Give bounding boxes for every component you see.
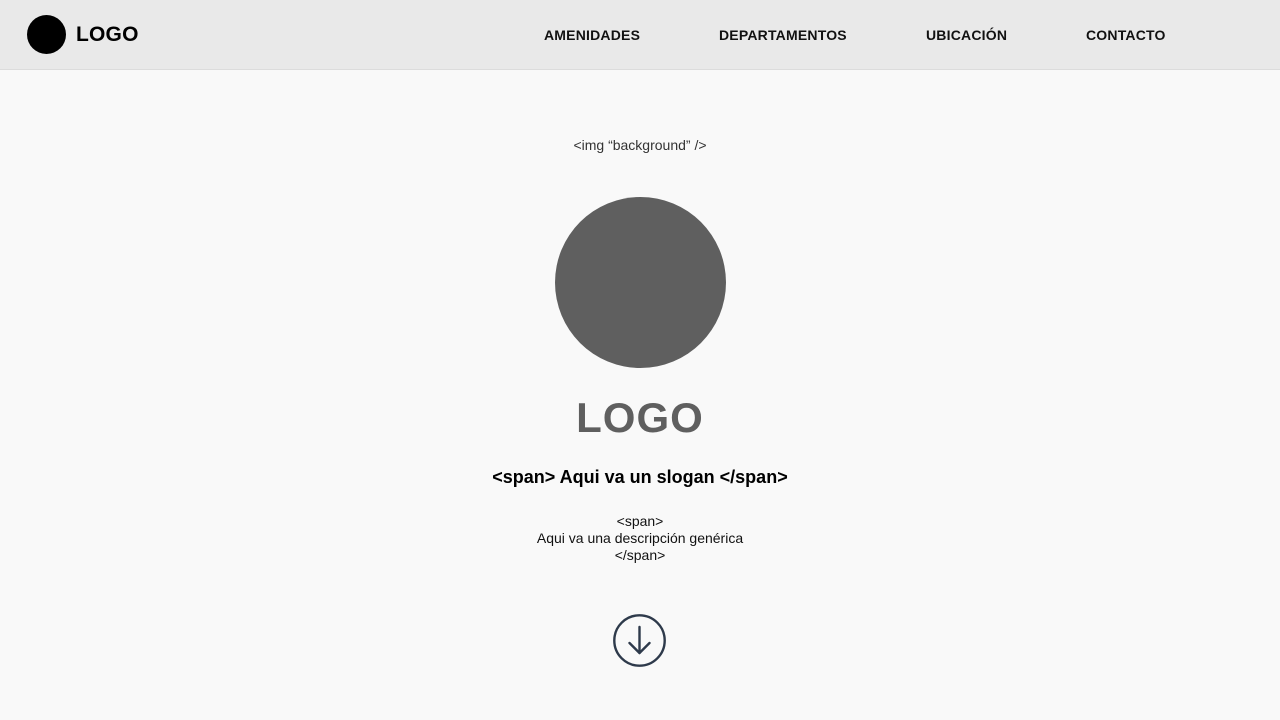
description-open-tag: <span> <box>616 513 664 529</box>
brand-logo-text: LOGO <box>76 22 139 46</box>
brand-logo-link[interactable]: LOGO <box>27 15 139 54</box>
background-image-placeholder: <img “background” /> <box>573 137 707 153</box>
arrow-down-circle-icon <box>613 614 666 667</box>
description-block: <span> Aqui va una descripción genérica … <box>0 513 1280 564</box>
hero-logo-text: LOGO <box>576 394 704 441</box>
hero-logo-circle <box>555 197 726 368</box>
nav-link-departamentos[interactable]: DEPARTAMENTOS <box>719 27 847 43</box>
nav-link-contacto[interactable]: CONTACTO <box>1086 27 1166 43</box>
nav-link-ubicacion[interactable]: UBICACIÓN <box>926 27 1007 43</box>
description-text: Aqui va una descripción genérica <box>536 530 744 546</box>
nav-link-amenidades[interactable]: AMENIDADES <box>544 27 640 43</box>
hero-section: <img “background” /> LOGO <span> Aqui va… <box>0 70 1280 720</box>
slogan-text: <span> Aqui va un slogan </span> <box>492 467 788 487</box>
navbar: LOGO AMENIDADES DEPARTAMENTOS UBICACIÓN … <box>0 0 1280 70</box>
description-close-tag: </span> <box>614 547 666 563</box>
scroll-down-button[interactable] <box>613 614 666 667</box>
brand-logo-circle-icon <box>27 15 66 54</box>
